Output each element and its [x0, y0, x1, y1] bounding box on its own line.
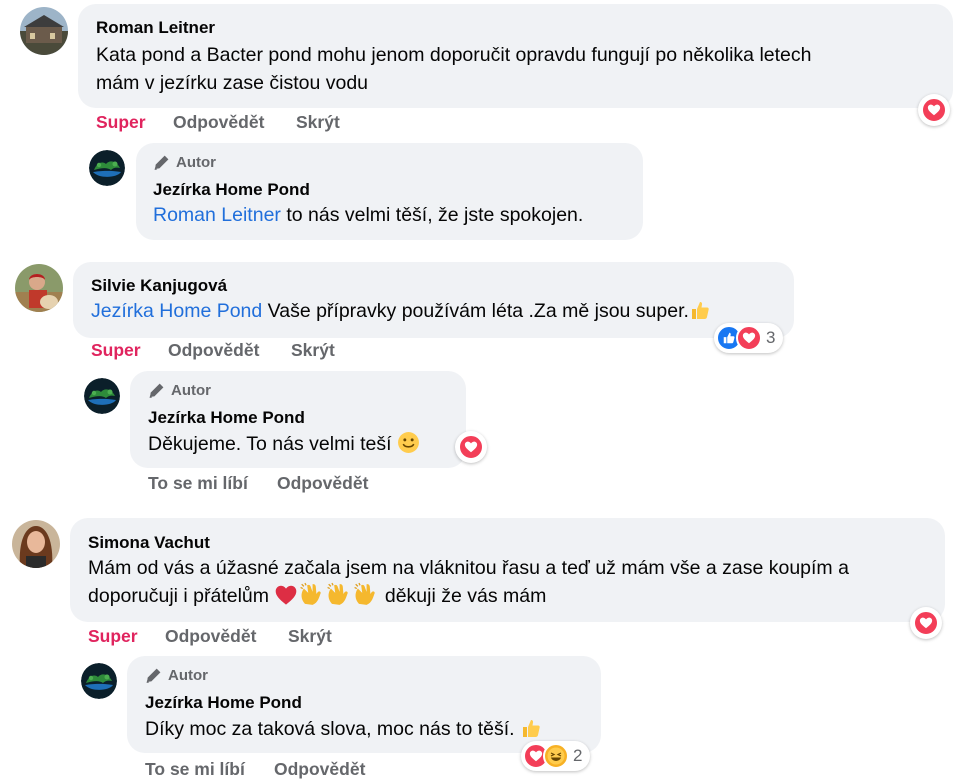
reply-button[interactable]: Odpovědět	[168, 340, 259, 361]
comment-author[interactable]: Simona Vachut	[88, 533, 210, 553]
comment-text-line: Mám od vás a úžasné začala jsem na vlákn…	[88, 557, 849, 579]
hide-button[interactable]: Skrýt	[288, 626, 332, 647]
author-badge: Autor	[148, 382, 211, 399]
heart-icon	[736, 325, 762, 351]
reply-button[interactable]: Odpovědět	[277, 473, 368, 494]
reply-button[interactable]: Odpovědět	[173, 112, 264, 133]
pen-icon	[145, 667, 162, 684]
reaction-summary[interactable]: 2	[521, 741, 591, 771]
clapping-hands-emoji	[325, 582, 352, 614]
reply-text: Děkujeme. To nás velmi teší	[148, 430, 420, 462]
reaction-summary[interactable]: 3	[714, 323, 784, 353]
reaction-summary[interactable]	[455, 431, 487, 463]
like-button[interactable]: To se mi líbí	[145, 759, 245, 780]
pond-logo-icon	[84, 378, 120, 414]
pen-icon	[148, 382, 165, 399]
reply-text: Díky moc za taková slova, moc nás to těš…	[145, 715, 542, 747]
like-button[interactable]: To se mi líbí	[148, 473, 248, 494]
haha-icon	[543, 743, 569, 769]
avatar-jezirka-home-pond[interactable]	[84, 378, 120, 414]
reply-author[interactable]: Jezírka Home Pond	[148, 408, 305, 428]
reply-button[interactable]: Odpovědět	[274, 759, 365, 780]
avatar-silvie-kanjugova[interactable]	[15, 264, 63, 312]
reaction-summary[interactable]	[918, 94, 950, 126]
smile-emoji	[397, 431, 420, 462]
avatar-jezirka-home-pond[interactable]	[89, 150, 125, 186]
pond-logo-icon	[81, 663, 117, 699]
reply-author[interactable]: Jezírka Home Pond	[145, 693, 302, 713]
reaction-count: 2	[573, 746, 583, 765]
avatar-photo	[12, 520, 60, 568]
comment-text-line: mám v jezírku zase čistou vodu	[96, 72, 369, 94]
reply-text: Roman Leitner to nás velmi těší, že jste…	[153, 201, 583, 229]
comment-text-content: doporučuji i přátelům	[88, 585, 275, 607]
pond-logo-icon	[89, 150, 125, 186]
reply-button[interactable]: Odpovědět	[165, 626, 256, 647]
avatar-simona-vachut[interactable]	[12, 520, 60, 568]
heart-icon	[913, 610, 939, 636]
reaction-count: 3	[766, 328, 776, 347]
avatar-photo	[15, 264, 63, 312]
clapping-hands-emoji	[298, 582, 325, 614]
pen-icon	[153, 154, 170, 171]
comment-text-content: děkuji že vás mám	[379, 585, 547, 607]
author-badge-label: Autor	[171, 382, 211, 399]
comment-text-line: doporučuji i přátelům děkuji že vás mám	[88, 582, 938, 614]
clapping-hands-emoji	[352, 582, 379, 614]
super-button[interactable]: Super	[91, 340, 141, 361]
comment-text-line: Kata pond a Bacter pond mohu jenom dopor…	[96, 44, 812, 66]
reply-text-content: to nás velmi těší, že jste spokojen.	[280, 204, 584, 226]
author-badge-label: Autor	[168, 667, 208, 684]
super-button[interactable]: Super	[88, 626, 138, 647]
comment-text: Kata pond a Bacter pond mohu jenom dopor…	[96, 41, 946, 97]
comment-text-content: Vaše přípravky používám léta .Za mě jsou…	[262, 300, 689, 322]
mention-link[interactable]: Jezírka Home Pond	[91, 300, 262, 322]
comment-text: Jezírka Home Pond Vaše přípravky používá…	[91, 297, 711, 329]
reaction-summary[interactable]	[910, 607, 942, 639]
author-badge-label: Autor	[176, 154, 216, 171]
heart-icon	[458, 434, 484, 460]
comment-author[interactable]: Silvie Kanjugová	[91, 276, 227, 296]
author-badge: Autor	[153, 154, 216, 171]
reply-author[interactable]: Jezírka Home Pond	[153, 180, 310, 200]
avatar-jezirka-home-pond[interactable]	[81, 663, 117, 699]
comment-text: Mám od vás a úžasné začala jsem na vlákn…	[88, 554, 938, 614]
mention-link[interactable]: Roman Leitner	[153, 204, 281, 226]
heart-icon	[921, 97, 947, 123]
reply-text-content: Díky moc za taková slova, moc nás to těš…	[145, 718, 520, 740]
reply-text-content: Děkujeme. To nás velmi teší	[148, 433, 397, 455]
comment-author[interactable]: Roman Leitner	[96, 18, 215, 38]
hide-button[interactable]: Skrýt	[296, 112, 340, 133]
hide-button[interactable]: Skrýt	[291, 340, 335, 361]
avatar-photo	[20, 7, 68, 55]
thumbs-up-emoji	[689, 299, 711, 329]
red-heart-emoji	[274, 584, 298, 614]
author-badge: Autor	[145, 667, 208, 684]
super-button[interactable]: Super	[96, 112, 146, 133]
avatar-roman-leitner[interactable]	[20, 7, 68, 55]
